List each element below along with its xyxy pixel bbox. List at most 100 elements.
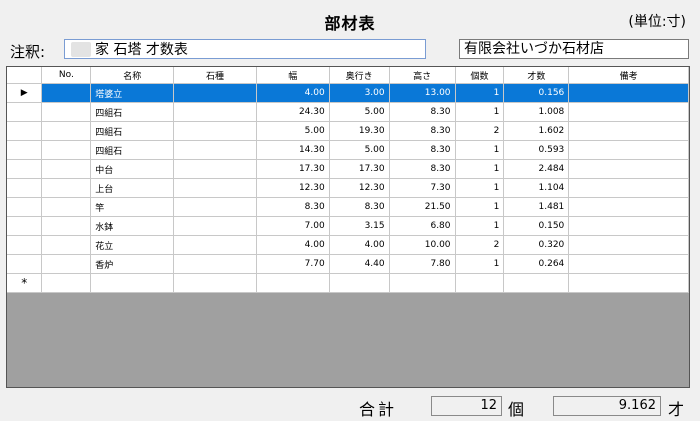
new-row[interactable]: * [7,273,689,293]
table-row[interactable]: 花立 4.00 4.00 10.00 2 0.320 [7,235,689,255]
cell-stone[interactable] [173,235,257,255]
cell-note[interactable] [568,235,689,255]
empty-cell[interactable] [329,273,390,293]
row-selector[interactable] [7,159,43,179]
cell-height[interactable]: 8.30 [389,121,456,141]
cell-count[interactable]: 1 [455,83,505,103]
cell-stone[interactable] [173,159,257,179]
cell-sai[interactable]: 1.104 [503,178,570,198]
cell-note[interactable] [568,178,689,198]
cell-sai[interactable]: 2.484 [503,159,570,179]
cell-name[interactable]: 四組石 [90,102,175,122]
empty-cell[interactable] [256,273,330,293]
company-field[interactable]: 有限会社いづか石材店 [459,39,689,59]
cell-height[interactable]: 13.00 [389,83,456,103]
column-header[interactable]: 名称 [90,67,175,84]
cell-note[interactable] [568,254,689,274]
cell-depth[interactable]: 5.00 [329,140,390,160]
note-field[interactable] [64,39,426,59]
cell-stone[interactable] [173,216,257,236]
cell-count[interactable]: 2 [455,235,505,255]
cell-height[interactable]: 6.80 [389,216,456,236]
cell-name[interactable]: 四組石 [90,121,175,141]
cell-width[interactable]: 4.00 [256,235,330,255]
cell-name[interactable]: 塔婆立 [90,83,175,103]
cell-no[interactable] [41,254,92,274]
cell-stone[interactable] [173,178,257,198]
cell-no[interactable] [41,83,92,103]
cell-sai[interactable]: 0.156 [503,83,570,103]
cell-sai[interactable]: 0.320 [503,235,570,255]
cell-depth[interactable]: 19.30 [329,121,390,141]
cell-stone[interactable] [173,102,257,122]
cell-depth[interactable]: 5.00 [329,102,390,122]
cell-width[interactable]: 7.00 [256,216,330,236]
row-selector[interactable]: ▶ [7,83,43,103]
cell-width[interactable]: 12.30 [256,178,330,198]
cell-height[interactable]: 7.80 [389,254,456,274]
cell-note[interactable] [568,102,689,122]
cell-note[interactable] [568,121,689,141]
cell-note[interactable] [568,140,689,160]
cell-name[interactable]: 上台 [90,178,175,198]
cell-width[interactable]: 17.30 [256,159,330,179]
table-row[interactable]: 竿 8.30 8.30 21.50 1 1.481 [7,197,689,217]
cell-height[interactable]: 21.50 [389,197,456,217]
cell-stone[interactable] [173,254,257,274]
cell-no[interactable] [41,216,92,236]
cell-name[interactable]: 四組石 [90,140,175,160]
cell-name[interactable]: 香炉 [90,254,175,274]
cell-name[interactable]: 花立 [90,235,175,255]
cell-width[interactable]: 4.00 [256,83,330,103]
column-header[interactable]: 奥行き [329,67,390,84]
cell-note[interactable] [568,197,689,217]
cell-stone[interactable] [173,140,257,160]
cell-sai[interactable]: 0.150 [503,216,570,236]
cell-height[interactable]: 10.00 [389,235,456,255]
cell-stone[interactable] [173,83,257,103]
cell-depth[interactable]: 17.30 [329,159,390,179]
table-row[interactable]: 水鉢 7.00 3.15 6.80 1 0.150 [7,216,689,236]
empty-cell[interactable] [389,273,456,293]
cell-depth[interactable]: 3.15 [329,216,390,236]
row-selector[interactable] [7,178,43,198]
table-row[interactable]: 四組石 24.30 5.00 8.30 1 1.008 [7,102,689,122]
table-row[interactable]: 香炉 7.70 4.40 7.80 1 0.264 [7,254,689,274]
cell-note[interactable] [568,216,689,236]
cell-width[interactable]: 5.00 [256,121,330,141]
cell-depth[interactable]: 12.30 [329,178,390,198]
empty-cell[interactable] [90,273,175,293]
row-selector[interactable] [7,140,43,160]
cell-count[interactable]: 1 [455,197,505,217]
row-selector[interactable] [7,254,43,274]
cell-name[interactable]: 中台 [90,159,175,179]
cell-count[interactable]: 1 [455,254,505,274]
cell-no[interactable] [41,159,92,179]
cell-depth[interactable]: 4.40 [329,254,390,274]
table-row[interactable]: 四組石 14.30 5.00 8.30 1 0.593 [7,140,689,160]
column-header[interactable]: 石種 [173,67,257,84]
table-row[interactable]: 上台 12.30 12.30 7.30 1 1.104 [7,178,689,198]
column-header[interactable]: 備考 [568,67,689,84]
cell-sai[interactable]: 1.008 [503,102,570,122]
cell-height[interactable]: 7.30 [389,178,456,198]
empty-cell[interactable] [455,273,505,293]
cell-sai[interactable]: 1.602 [503,121,570,141]
cell-no[interactable] [41,102,92,122]
column-header[interactable]: 個数 [455,67,505,84]
column-header[interactable]: 幅 [256,67,330,84]
column-header[interactable]: 才数 [503,67,570,84]
cell-count[interactable]: 2 [455,121,505,141]
cell-name[interactable]: 水鉢 [90,216,175,236]
table-row[interactable]: 中台 17.30 17.30 8.30 1 2.484 [7,159,689,179]
new-row-marker[interactable]: * [7,273,43,293]
cell-count[interactable]: 1 [455,178,505,198]
cell-depth[interactable]: 4.00 [329,235,390,255]
cell-note[interactable] [568,159,689,179]
cell-sai[interactable]: 1.481 [503,197,570,217]
row-selector[interactable] [7,216,43,236]
row-selector[interactable] [7,121,43,141]
table-row[interactable]: 四組石 5.00 19.30 8.30 2 1.602 [7,121,689,141]
cell-sai[interactable]: 0.264 [503,254,570,274]
cell-count[interactable]: 1 [455,159,505,179]
